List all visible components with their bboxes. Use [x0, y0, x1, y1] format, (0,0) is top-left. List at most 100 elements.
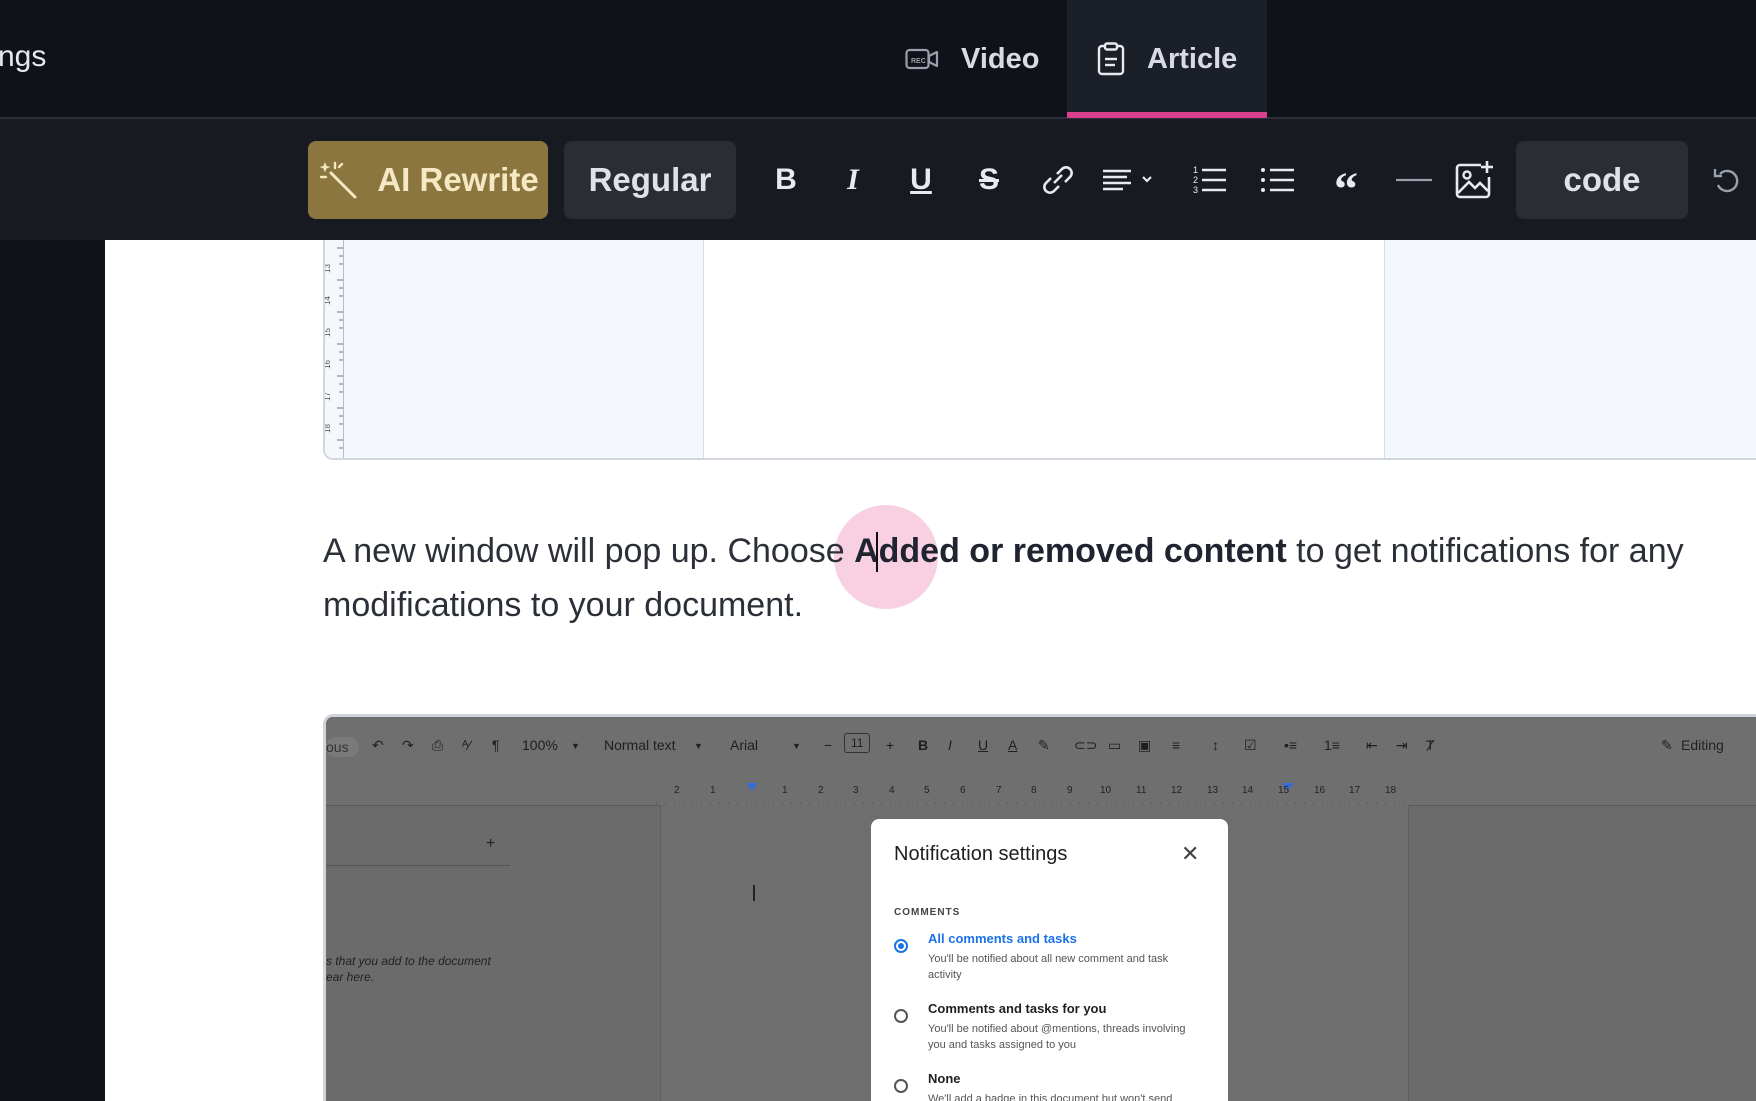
dialog-title: Notification settings [894, 843, 1068, 865]
tab-video[interactable]: REC Video [905, 0, 1039, 118]
ruler-number: 12 [1171, 785, 1183, 796]
ruler-number: 11 [1136, 785, 1147, 796]
ruler-number: 3 [853, 785, 859, 796]
ruler-number: 17 [1349, 785, 1361, 796]
top-bar: ngs REC Video Article [0, 0, 1756, 119]
tab-video-label: Video [961, 42, 1040, 75]
magic-wand-icon [317, 159, 359, 201]
vertical-ruler: 13 14 15 16 17 18 [325, 240, 344, 458]
svg-text:1: 1 [1193, 165, 1198, 175]
option-label: None [928, 1071, 961, 1086]
video-camera-icon: REC [905, 46, 939, 72]
link-icon: ⊂⊃ [1074, 737, 1098, 753]
tab-article-label: Article [1147, 42, 1238, 75]
option-label: Comments and tasks for you [928, 1001, 1107, 1016]
editing-mode: Editing [1681, 737, 1724, 753]
para-text: A new window will pop up. Choose [323, 532, 845, 570]
ruler-number: 14 [1242, 785, 1254, 796]
previous-screenshot-image: 13 14 15 16 17 18 [323, 240, 1756, 460]
text-color-icon: A [1008, 737, 1018, 753]
numbered-list-icon: 1≡ [1324, 737, 1340, 753]
ruler-number: 10 [1100, 785, 1112, 796]
svg-text:REC: REC [911, 58, 926, 65]
left-sidebar [0, 240, 105, 1101]
option-description: We'll add a badge in this document but w… [928, 1093, 1173, 1101]
para-bold-text: Added or removed content [854, 532, 1287, 570]
ruler-number: 7 [996, 785, 1002, 796]
print-icon: ⎙ [432, 737, 444, 753]
add-comment-plus: + [486, 835, 496, 852]
strikethrough-icon[interactable]: S [961, 149, 1017, 211]
clear-formatting-icon: Ⱦ [1426, 737, 1435, 753]
chevron-down-icon: ▼ [792, 741, 801, 751]
font-size-minus: − [824, 737, 833, 753]
bullet-list-icon[interactable] [1250, 149, 1306, 211]
chevron-down-icon: ▼ [571, 741, 580, 751]
docs-toolbar: ous ↶ ↷ ⎙ ᴬ⁄ ¶ 100% ▼ Normal text ▼ Aria… [326, 717, 1756, 779]
ruler-number: 8 [1031, 785, 1037, 796]
document-icon [1097, 42, 1125, 76]
article-paragraph[interactable]: A new window will pop up. Choose Added o… [323, 524, 1756, 632]
para-text-after: to get notifications for any [1286, 532, 1684, 570]
checklist-icon: ☑ [1244, 737, 1257, 753]
close-icon: ✕ [1181, 841, 1200, 866]
docs-partial-label: ous [326, 737, 359, 757]
ruler-number: 13 [1207, 785, 1219, 796]
undo-icon[interactable] [1702, 149, 1752, 211]
ruler-mark: 15 [323, 328, 332, 337]
underline-icon: U [978, 737, 989, 753]
bold-icon: B [918, 737, 929, 753]
underline-icon[interactable]: U [893, 149, 949, 211]
chevron-down-icon: ▼ [694, 741, 703, 751]
svg-text:3: 3 [1193, 185, 1198, 195]
indent-decrease-icon: ⇤ [1366, 737, 1378, 753]
font-select: Arial [730, 737, 759, 753]
notification-settings-dialog: Notification settings ✕ COMMENTS All com… [871, 819, 1228, 1101]
comments-pane: + [326, 835, 510, 866]
blockquote-icon[interactable]: “ [1318, 149, 1374, 216]
option-label: All comments and tasks [928, 931, 1077, 946]
ruler-number: 2 [674, 785, 680, 796]
add-image-icon[interactable] [1446, 149, 1502, 211]
ruler-number: 5 [924, 785, 930, 796]
style-select: Normal text [604, 737, 676, 753]
paint-format-icon: ¶ [492, 737, 500, 753]
ruler-mark: 16 [323, 360, 332, 369]
ruler-mark: 17 [323, 392, 332, 401]
image-right-panel [1384, 240, 1756, 458]
ordered-list-icon[interactable]: 123 [1182, 149, 1238, 211]
spellcheck-icon: ᴬ⁄ [462, 737, 471, 753]
comments-empty-note: s that you add to the document ear here. [326, 954, 491, 984]
text-caret [876, 532, 878, 572]
indent-increase-icon: ⇥ [1396, 737, 1408, 753]
italic-icon[interactable]: I [825, 149, 881, 211]
option-description: You'll be notified about all new comment… [928, 953, 1169, 981]
bold-icon[interactable]: B [758, 149, 814, 211]
image-left-panel: 13 14 15 16 17 18 [325, 240, 704, 458]
tab-article[interactable]: Article [1067, 0, 1267, 118]
ruler-number: 6 [960, 785, 966, 796]
zoom-select: 100% [522, 737, 558, 753]
ruler-mark: 14 [323, 296, 332, 305]
ai-rewrite-label: AI Rewrite [377, 161, 539, 198]
text-style-dropdown[interactable]: Regular [564, 141, 736, 219]
breadcrumb[interactable]: ngs [0, 40, 46, 74]
ai-rewrite-button[interactable]: AI Rewrite [308, 141, 548, 219]
ruler-number: 18 [1385, 785, 1397, 796]
link-icon[interactable] [1029, 149, 1085, 211]
svg-text:2: 2 [1193, 175, 1198, 185]
ruler-number: 1 [710, 785, 716, 796]
ruler-mark: 13 [323, 264, 332, 273]
docs-text-cursor [753, 885, 755, 901]
notification-settings-screenshot: ous ↶ ↷ ⎙ ᴬ⁄ ¶ 100% ▼ Normal text ▼ Aria… [323, 714, 1756, 1101]
radio-unselected-icon [894, 1079, 908, 1093]
radio-unselected-icon [894, 1009, 908, 1023]
para-line-2: modifications to your document. [323, 586, 804, 624]
align-icon[interactable] [1097, 149, 1161, 211]
redo-icon: ↷ [402, 737, 414, 753]
code-button[interactable]: code [1516, 141, 1688, 219]
image-icon: ▣ [1138, 737, 1152, 753]
line-spacing-icon: ↕ [1212, 737, 1219, 753]
divider-icon[interactable] [1386, 149, 1442, 211]
dialog-section-heading: COMMENTS [894, 907, 961, 918]
